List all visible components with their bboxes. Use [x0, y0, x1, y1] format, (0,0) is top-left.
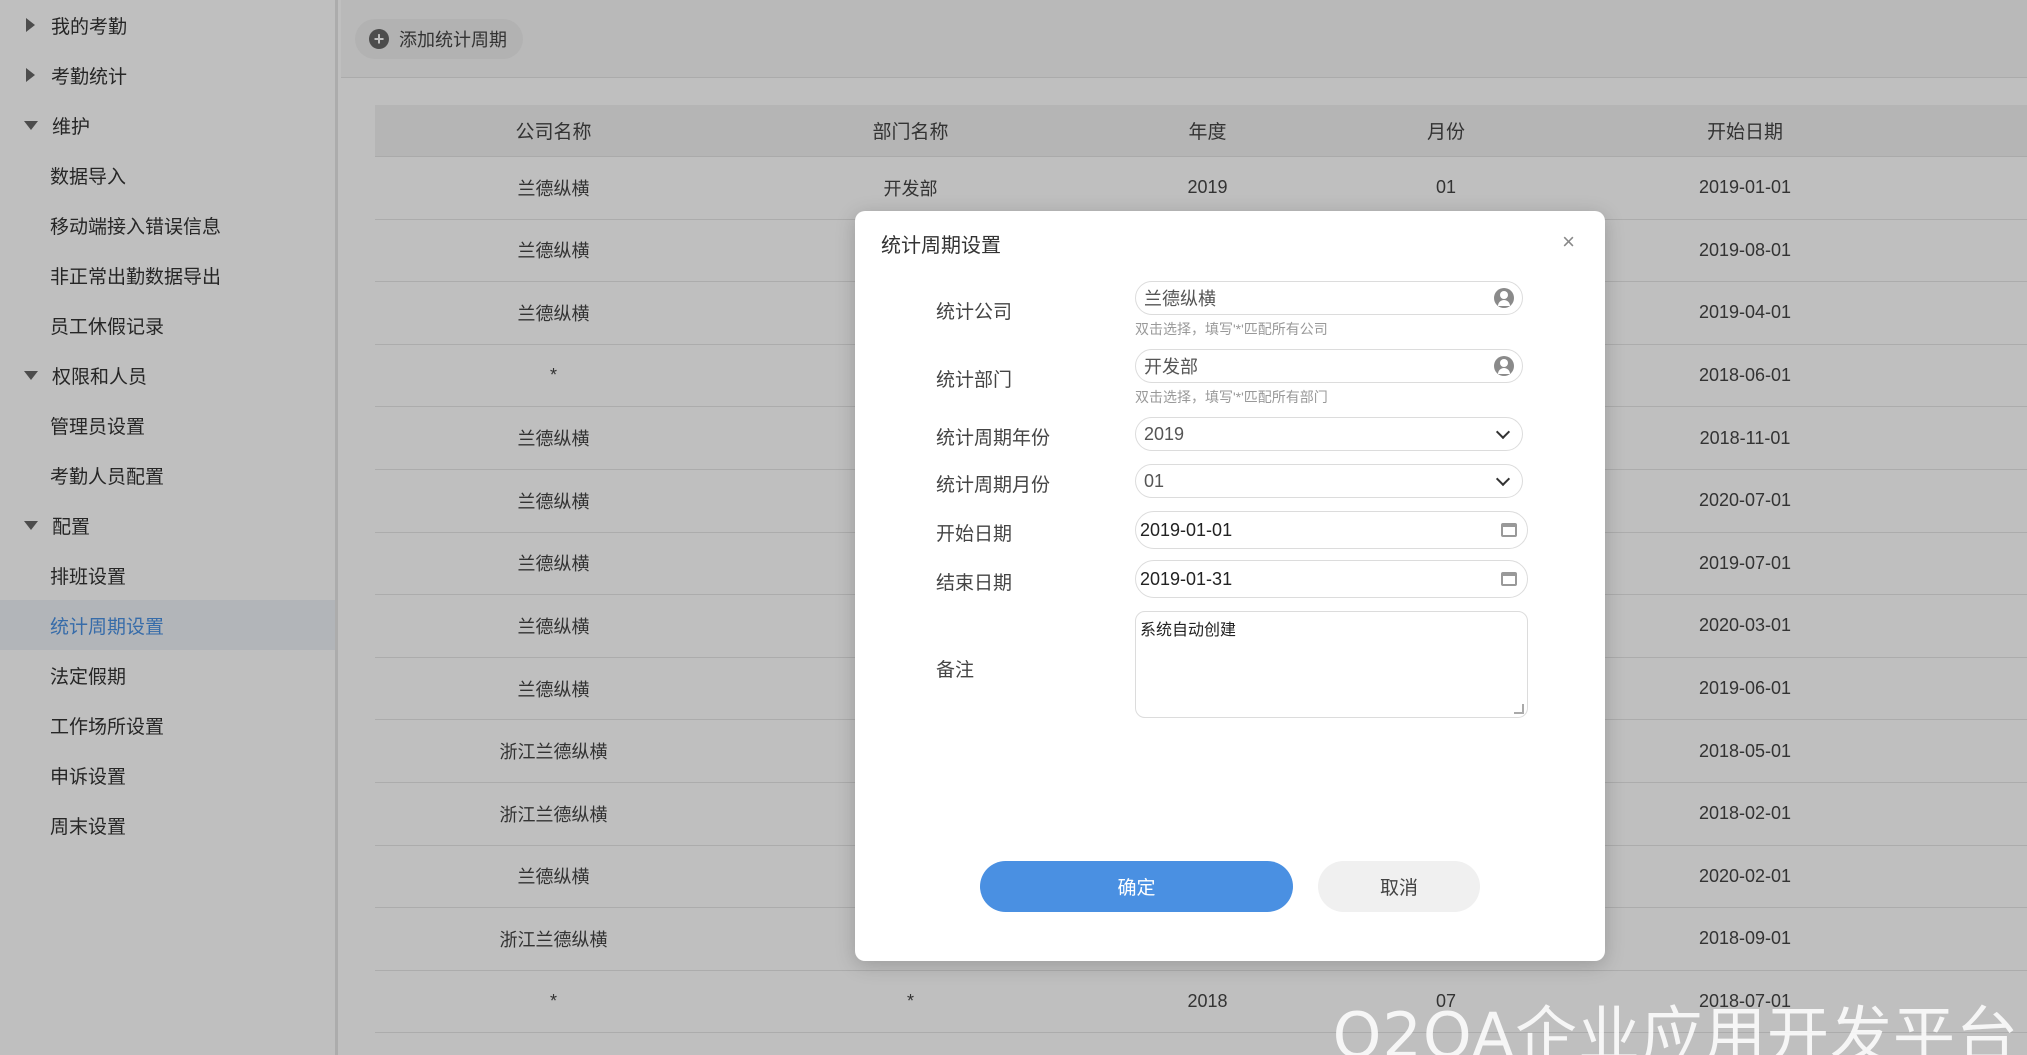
year-value: 2019	[1144, 423, 1185, 444]
end-date-input[interactable]: 2019-01-31	[1135, 560, 1528, 598]
calendar-icon[interactable]	[1501, 523, 1517, 537]
year-label: 统计周期年份	[936, 428, 1051, 449]
confirm-button[interactable]: 确定	[980, 861, 1293, 912]
person-icon[interactable]	[1494, 356, 1514, 376]
cancel-button[interactable]: 取消	[1318, 861, 1480, 912]
company-value: 兰德纵横	[1144, 289, 1216, 309]
end-date-label: 结束日期	[936, 573, 1013, 594]
chevron-down-icon	[1495, 424, 1511, 439]
person-icon[interactable]	[1494, 288, 1514, 308]
remark-textarea[interactable]: 系统自动创建	[1135, 611, 1528, 718]
dept-label: 统计部门	[936, 370, 1013, 391]
watermark: O2OA企业应用开发平台	[1332, 999, 2019, 1055]
stat-period-dialog: 统计周期设置 × 统计公司 兰德纵横 双击选择，填写'*'匹配所有公司 统计部门…	[855, 211, 1605, 961]
remark-label: 备注	[936, 660, 975, 681]
calendar-icon[interactable]	[1501, 572, 1517, 586]
resize-handle-icon[interactable]	[1514, 704, 1524, 714]
month-select[interactable]: 01	[1135, 464, 1523, 498]
start-date-value: 2019-01-01	[1140, 519, 1233, 540]
start-date-label: 开始日期	[936, 524, 1013, 545]
remark-value: 系统自动创建	[1140, 620, 1237, 639]
dept-field[interactable]: 开发部	[1135, 349, 1523, 383]
month-value: 01	[1144, 470, 1165, 491]
close-icon[interactable]: ×	[1562, 229, 1575, 255]
company-hint: 双击选择，填写'*'匹配所有公司	[1135, 321, 1328, 337]
month-label: 统计周期月份	[936, 475, 1051, 496]
dept-value: 开发部	[1144, 357, 1198, 377]
company-label: 统计公司	[936, 302, 1013, 323]
dept-hint: 双击选择，填写'*'匹配所有部门	[1135, 389, 1328, 405]
start-date-input[interactable]: 2019-01-01	[1135, 511, 1528, 549]
chevron-down-icon	[1495, 471, 1511, 486]
year-select[interactable]: 2019	[1135, 417, 1523, 451]
end-date-value: 2019-01-31	[1140, 568, 1233, 589]
dialog-title: 统计周期设置	[881, 235, 1001, 257]
company-field[interactable]: 兰德纵横	[1135, 281, 1523, 315]
